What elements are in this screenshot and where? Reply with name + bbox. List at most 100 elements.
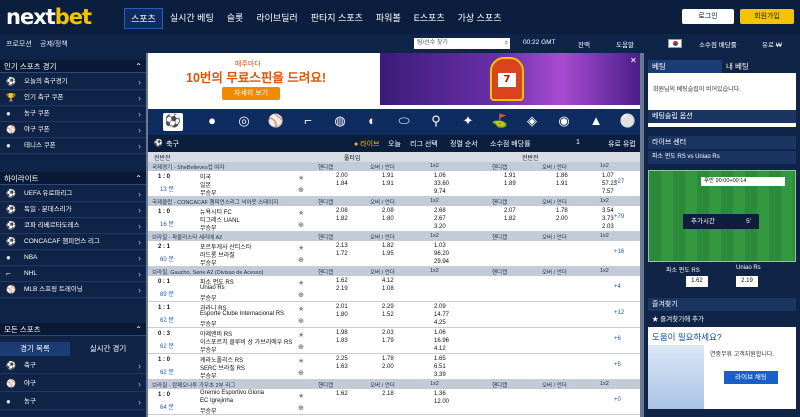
odds-cell[interactable]: 2.29 (382, 304, 394, 310)
sidebar-item-baseball-coupon[interactable]: ⚾ 야구 쿠폰 › (0, 122, 146, 138)
logo[interactable]: nextbet (6, 5, 92, 29)
tab-betslip[interactable]: 베팅 (648, 60, 722, 73)
sidebar-item-libertadores[interactable]: ⚽ 코파 리베르타도레스 › (0, 218, 146, 234)
league-header[interactable]: 브라질, Gaucho, Serie A2 (Divisao de Acesso… (148, 267, 640, 276)
odds-cell[interactable]: 2.09 (434, 304, 446, 310)
odds-cell[interactable]: 2.07 (504, 208, 516, 214)
nav-live[interactable]: 실시간 베팅 (164, 8, 220, 29)
odds-cell[interactable]: 3.39 (434, 372, 446, 378)
match-row[interactable]: 0 : 3 62 분 아제엔비 RS 이스포르치 클루비 상 가브리에우 RS 무승부 1… (148, 328, 640, 354)
odds-cell[interactable]: 1.80 (382, 216, 394, 222)
odds-cell[interactable]: 1.07 (602, 173, 614, 179)
nav-powerball[interactable]: 파워볼 (370, 8, 407, 29)
odds-cell[interactable]: 14.77 (434, 312, 449, 318)
match-row[interactable]: 2 : 1 60 분 포르투게사 산티스타 러드롱 브라질 무승부 2.13 1.72 1.8… (148, 241, 640, 267)
odds-cell[interactable]: 1.91 (382, 181, 394, 187)
odds-cell[interactable]: 4.12 (382, 278, 394, 284)
live-chat-button[interactable]: 라이브 채팅 (724, 371, 778, 384)
odds-cell[interactable]: 2.18 (382, 391, 394, 397)
golf-icon[interactable]: ⛳ (490, 113, 510, 131)
search-input[interactable]: 팀/선수 찾기 ⌕ (414, 38, 510, 49)
odds-cell[interactable]: 4.12 (434, 346, 446, 352)
help-link[interactable]: 도움말 (616, 39, 634, 49)
odds-cell[interactable]: 1.08 (382, 286, 394, 292)
sidebar-item-bundesliga[interactable]: ⚽ 독일 - 분데스리가 › (0, 202, 146, 218)
sidebar-item-today-soccer[interactable]: ⚽ 오늘의 축구경기 › (0, 74, 146, 90)
odds-cell[interactable]: 2.67 (434, 216, 446, 222)
odds-cell[interactable]: 1.84 (336, 181, 348, 187)
star-icon[interactable]: ★ (298, 305, 304, 313)
odds-cell[interactable]: 16.96 (434, 338, 449, 344)
team2-odds[interactable]: 2.19 (736, 276, 758, 287)
banner-more-button[interactable]: 자세히 보기 (222, 87, 280, 100)
star-icon[interactable]: ★ (298, 209, 304, 217)
currency-select[interactable]: 유로 ₩ (762, 39, 782, 49)
odds-cell[interactable]: 2.03 (602, 224, 614, 230)
plus-icon[interactable]: ⊕ (298, 256, 304, 264)
soccer-ball-icon[interactable]: ⚽ (163, 113, 183, 131)
star-icon[interactable]: ★ (298, 392, 304, 400)
odds-cell[interactable]: 29.94 (434, 259, 449, 265)
odds-cell[interactable]: 33.60 (434, 181, 449, 187)
league-header[interactable]: 국제경기 - SheBelieves컵 여자 핸디캡 오버 / 언더 1x2 핸디캡 오버… (148, 162, 640, 171)
more-markets[interactable]: +5 (614, 362, 621, 368)
cricket-icon[interactable]: ⚲ (426, 113, 446, 131)
rugby-icon[interactable]: ◐ (362, 113, 382, 131)
sidebar-item-europa[interactable]: ⚽ UEFA 유로파리그 › (0, 186, 146, 202)
esports-icon[interactable]: ◈ (522, 113, 542, 131)
darts-icon[interactable]: ◉ (554, 113, 574, 131)
tab-live-matches[interactable]: 실시간 경기 (70, 342, 146, 356)
odds-cell[interactable]: 3.20 (434, 224, 446, 230)
odds-cell[interactable]: 1.36 (434, 391, 446, 397)
login-button[interactable]: 로그인 (682, 9, 734, 24)
live-match-select[interactable]: 파소 펀도 RS vs Uniao Rs (648, 151, 796, 164)
add-favorite[interactable]: ★ 즐겨찾기에 추가 (648, 313, 796, 326)
nav-sports[interactable]: 스포츠 (124, 8, 163, 29)
sidebar-item-baseball[interactable]: ⚾ 야구 › (0, 376, 146, 392)
sort-select[interactable]: 정렬 순서 (450, 139, 478, 149)
sidebar-item-soccer[interactable]: ⚽ 축구 › (0, 358, 146, 374)
league-header[interactable]: 브라질 - 캄페오나투 가우초 2부 리그 핸디캡 오버 / 언더 1x2 핸디캡 오버 … (148, 380, 640, 389)
betslip-options[interactable]: 베팅슬립 옵션 (648, 110, 796, 123)
more-markets[interactable]: +4 (614, 284, 621, 290)
star-icon[interactable]: ★ (298, 244, 304, 252)
odds-cell[interactable]: 2.00 (556, 216, 568, 222)
plus-icon[interactable]: ⊕ (298, 186, 304, 194)
volleyball-icon[interactable]: ◍ (330, 113, 350, 131)
odds-cell[interactable]: 96.20 (434, 251, 449, 257)
star-icon[interactable]: ★ (298, 357, 304, 365)
match-row[interactable]: 1 : 0 16 분 뉴욕시티 FC 티그레스 UANL 무승부 2.08 1.82 2.08… (148, 206, 640, 232)
promo-banner[interactable]: 매주마다 10번의 무료스핀을 드려요! 자세히 보기 7 ✕ (148, 53, 640, 105)
sidebar-item-basketball[interactable]: ● 농구 › (0, 394, 146, 410)
sidebar-item-mlb[interactable]: ⚾ MLB 스프링 트레이닝 › (0, 282, 146, 298)
wallet-link[interactable]: 잔액 (578, 39, 590, 49)
tab-my-bets[interactable]: 내 베팅 (722, 60, 796, 73)
more-markets[interactable]: +6 (614, 336, 621, 342)
match-row[interactable]: 1 : 1 62 분 과라니 RS Esporte Clube Internacion… (148, 302, 640, 328)
odds-cell[interactable]: 1.79 (382, 338, 394, 344)
odds-cell[interactable]: 12.00 (434, 399, 449, 405)
popular-header[interactable]: 인기 스포츠 경기 ⌃ (0, 60, 146, 73)
league-header[interactable]: 국제클럽 - CONCACAF 챔피언스리그 넉아웃 스테이지 핸디캡 오버 / 언… (148, 197, 640, 206)
more-markets[interactable]: +16 (614, 249, 624, 255)
odds-cell[interactable]: 1.82 (504, 216, 516, 222)
odds-cell[interactable]: 1.06 (434, 173, 446, 179)
korea-flag-icon[interactable] (668, 39, 682, 48)
match-row[interactable]: 0 : 1 89 분 파소 펀도 RS Uniao Rs 무승부 1.62 2.19 4.12… (148, 276, 640, 302)
odds-cell[interactable]: 1.65 (434, 356, 446, 362)
odds-cell[interactable]: 2.68 (434, 208, 446, 214)
sidebar-item-nba[interactable]: ● NBA › (0, 250, 146, 266)
odds-cell[interactable]: 1.06 (434, 330, 446, 336)
odds-cell[interactable]: 1.62 (336, 278, 348, 284)
odds-cell[interactable]: 1.63 (336, 364, 348, 370)
odds-cell[interactable]: 1.83 (336, 338, 348, 344)
odds-type-select[interactable]: 소수점 배당률 (490, 139, 531, 149)
match-row[interactable]: 1 : 0 13 분 미국 일본 무승부 2.00 1.84 1.91 1.91 1.06 33.6… (148, 171, 640, 197)
join-button[interactable]: 회원가입 (740, 9, 794, 24)
odds-cell[interactable]: 2.01 (336, 304, 348, 310)
odds-cell[interactable]: 4.25 (434, 320, 446, 326)
plus-icon[interactable]: ⊕ (298, 404, 304, 412)
odds-cell[interactable]: 3.54 (602, 208, 614, 214)
odds-cell[interactable]: 2.19 (336, 286, 348, 292)
all-sports-header[interactable]: 모든 스포츠 ⌃ (0, 323, 146, 336)
